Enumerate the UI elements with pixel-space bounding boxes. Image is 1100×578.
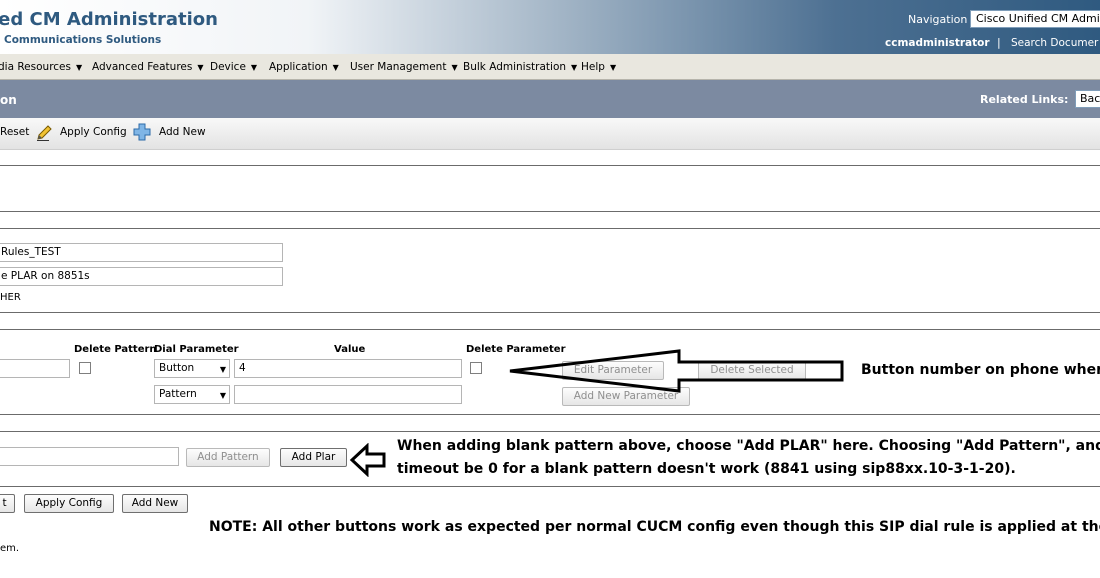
search-documentation-link[interactable]: Search Documer <box>1011 37 1098 49</box>
menu-label: Help <box>581 61 605 73</box>
menu-label: Bulk Administration <box>463 61 567 73</box>
left-arrow-icon <box>349 443 386 477</box>
dial-parameter-select[interactable]: Pattern ▼ <box>154 385 230 404</box>
menu-advanced-features[interactable]: Advanced Features ▼ <box>92 61 204 73</box>
toolbar: Reset Apply Config Add New <box>0 118 1100 150</box>
menu-application[interactable]: Application ▼ <box>269 61 339 73</box>
menu-bar: dia Resources ▼ Advanced Features ▼ Device… <box>0 54 1100 80</box>
add-new-button[interactable]: Add New <box>159 126 206 138</box>
dial-parameter-header: Dial Parameter <box>154 344 239 355</box>
chevron-down-icon: ▼ <box>219 365 226 374</box>
delete-parameter-checkbox[interactable] <box>470 362 482 374</box>
parameter-value-field[interactable]: 4 <box>234 359 462 378</box>
note-annotation: NOTE: All other buttons work as expected… <box>209 519 1100 535</box>
section-divider <box>0 312 1100 313</box>
plar-annotation-line2: timeout be 0 for a blank pattern doesn't… <box>397 461 1016 477</box>
chevron-down-icon: ▼ <box>219 391 226 400</box>
chevron-down-icon: ▼ <box>609 63 617 72</box>
reset-button[interactable]: Reset <box>0 126 29 138</box>
section-divider <box>0 329 1100 330</box>
menu-media-resources[interactable]: dia Resources ▼ <box>0 61 82 73</box>
navigation-label: Navigation <box>908 13 968 26</box>
dial-parameter-select[interactable]: Button ▼ <box>154 359 230 378</box>
current-user: ccmadministrator <box>885 37 990 49</box>
pencil-icon[interactable] <box>35 124 53 142</box>
header-banner: ied CM Administration Communications Sol… <box>0 0 1100 54</box>
dial-rule-type-value: HER <box>0 292 21 303</box>
chevron-down-icon: ▼ <box>451 63 458 72</box>
menu-label: Advanced Features <box>92 61 193 73</box>
header-separator: | <box>997 36 1001 49</box>
select-value: Button <box>159 362 195 374</box>
new-pattern-field[interactable] <box>0 447 179 466</box>
menu-device[interactable]: Device ▼ <box>210 61 257 73</box>
page-title-bar: on Related Links: Bac <box>0 80 1100 118</box>
chevron-down-icon: ▼ <box>332 63 339 72</box>
navigation-select[interactable]: Cisco Unified CM Admi <box>970 10 1100 28</box>
apply-config-button-bottom[interactable]: Apply Config <box>24 494 114 513</box>
add-plar-button[interactable]: Add Plar <box>280 448 347 467</box>
section-divider <box>0 486 1100 487</box>
section-divider <box>0 431 1100 432</box>
related-links-select[interactable]: Bac <box>1075 90 1100 108</box>
chevron-down-icon: ▼ <box>197 63 204 72</box>
name-field[interactable]: Rules_TEST <box>0 243 283 262</box>
chevron-down-icon: ▼ <box>250 63 258 72</box>
chevron-down-icon: ▼ <box>571 63 578 72</box>
menu-label: User Management <box>350 61 447 73</box>
related-links-label: Related Links: <box>980 93 1069 106</box>
page-title: on <box>0 93 17 107</box>
delete-pattern-header: Delete Pattern <box>74 344 157 355</box>
menu-help[interactable]: Help ▼ <box>581 61 616 73</box>
app-title: ied CM Administration <box>0 9 218 30</box>
pattern-field[interactable] <box>0 359 70 378</box>
menu-user-management[interactable]: User Management ▼ <box>350 61 458 73</box>
section-divider <box>0 414 1100 415</box>
left-arrow-icon <box>509 349 844 393</box>
reset-button-bottom[interactable]: t <box>0 494 15 513</box>
plar-annotation-line1: When adding blank pattern above, choose … <box>397 438 1100 454</box>
button-number-annotation: Button number on phone wher <box>861 362 1100 378</box>
select-value: Pattern <box>159 388 197 400</box>
delete-pattern-checkbox[interactable] <box>79 362 91 374</box>
footer-text: em. <box>0 543 20 554</box>
app-subtitle: Communications Solutions <box>4 34 162 46</box>
apply-config-button[interactable]: Apply Config <box>60 126 127 138</box>
add-pattern-button[interactable]: Add Pattern <box>186 448 270 467</box>
menu-label: Application <box>269 61 328 73</box>
chevron-down-icon: ▼ <box>75 63 83 72</box>
value-header: Value <box>334 344 366 355</box>
menu-label: dia Resources <box>0 61 71 73</box>
section-divider <box>0 228 1100 229</box>
parameter-value-field[interactable] <box>234 385 462 404</box>
section-divider <box>0 165 1100 166</box>
section-divider <box>0 211 1100 212</box>
menu-label: Device <box>210 61 246 73</box>
menu-bulk-administration[interactable]: Bulk Administration ▼ <box>463 61 577 73</box>
description-field[interactable]: e PLAR on 8851s <box>0 267 283 286</box>
add-new-button-bottom[interactable]: Add New <box>122 494 188 513</box>
add-new-icon[interactable] <box>132 122 152 142</box>
